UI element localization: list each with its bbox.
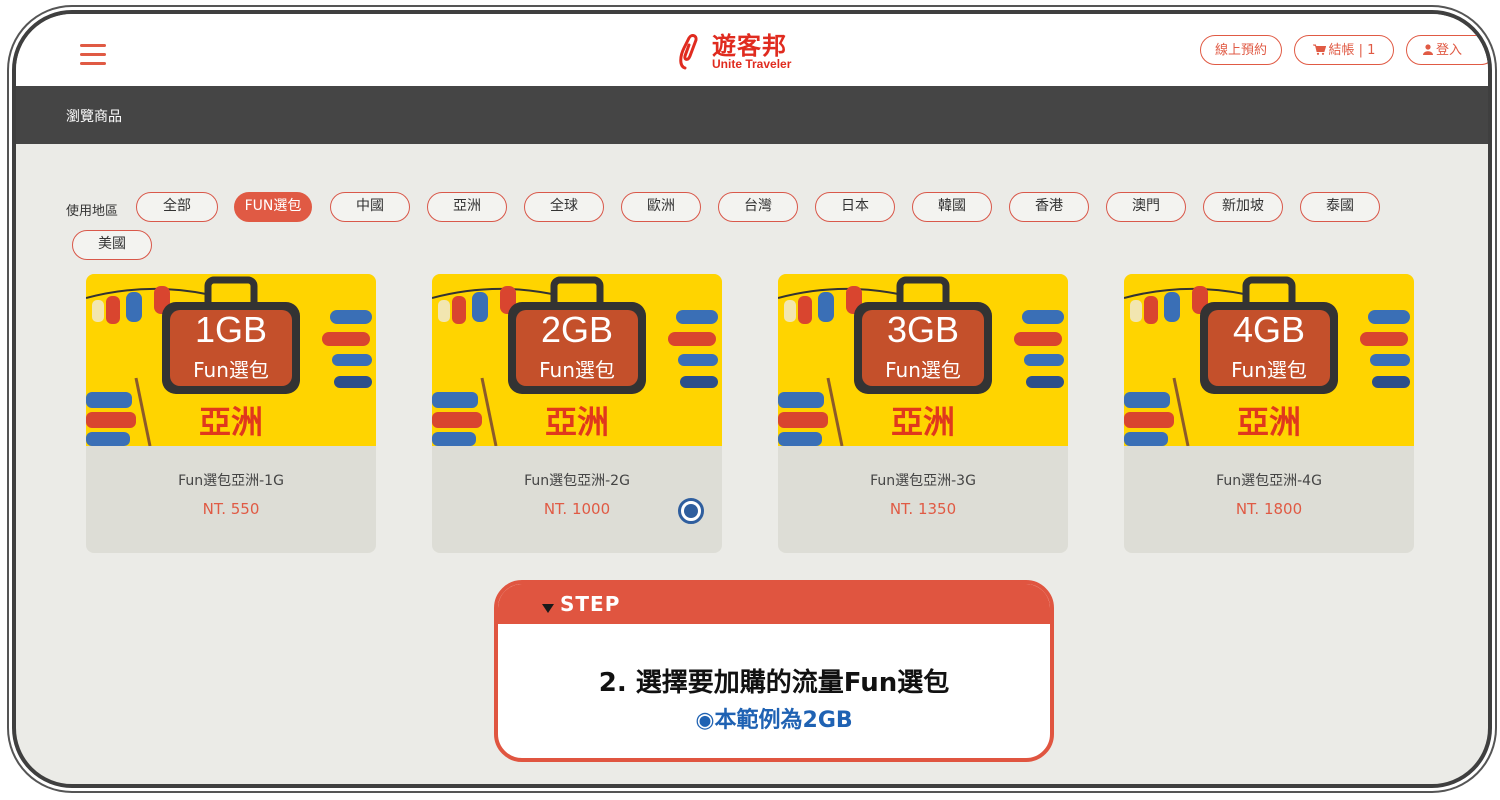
filter-chip-hongkong[interactable]: 香港	[1009, 192, 1089, 222]
product-card-1g[interactable]: 1GB Fun選包 亞洲 Fun選包亞洲-1G NT. 550	[86, 274, 376, 553]
step-title: 2. 選擇要加購的流量Fun選包	[598, 668, 950, 698]
filter-chip-macau[interactable]: 澳門	[1106, 192, 1186, 222]
region-filter-label: 使用地區	[66, 204, 119, 219]
filter-chip-taiwan[interactable]: 台灣	[718, 192, 798, 222]
breadcrumb: 瀏覽商品	[66, 109, 122, 125]
checkout-button[interactable]: 結帳 | 1	[1294, 35, 1394, 65]
step-tag: STEP	[560, 592, 621, 616]
selected-radio-icon[interactable]	[678, 498, 704, 524]
step-subtitle: ◉本範例為2GB	[695, 708, 853, 733]
filter-chip-asia[interactable]: 亞洲	[427, 192, 507, 222]
product-card-4g[interactable]: 4GB Fun選包 亞洲 Fun選包亞洲-4G NT. 1800	[1124, 274, 1414, 553]
product-name: Fun選包亞洲-4G	[1216, 473, 1322, 489]
site-logo[interactable]: 遊客邦 Unite Traveler	[676, 30, 791, 74]
triangle-down-icon	[542, 604, 554, 613]
logo-chinese: 遊客邦	[712, 32, 787, 60]
login-label: 登入	[1436, 43, 1463, 58]
filter-chip-japan[interactable]: 日本	[815, 192, 895, 222]
filter-chip-china[interactable]: 中國	[330, 192, 410, 222]
product-card-3g[interactable]: 3GB Fun選包 亞洲 Fun選包亞洲-3G NT. 1350	[778, 274, 1068, 553]
login-button[interactable]: 登入	[1406, 35, 1488, 65]
product-region: 亞洲	[544, 403, 609, 441]
checkout-label: 結帳 | 1	[1328, 43, 1376, 58]
product-tag: Fun選包	[193, 358, 269, 382]
product-size: 4GB	[1232, 309, 1306, 350]
filter-chip-singapore[interactable]: 新加坡	[1203, 192, 1283, 222]
step-header: STEP	[498, 584, 1050, 624]
step-callout: STEP 2. 選擇要加購的流量Fun選包 ◉本範例為2GB	[494, 580, 1054, 762]
logo-english: Unite Traveler	[712, 57, 792, 71]
product-tag: Fun選包	[885, 358, 961, 382]
filter-chip-fun-pack[interactable]: FUN選包	[234, 192, 312, 222]
product-name: Fun選包亞洲-1G	[178, 473, 284, 489]
filter-chip-usa[interactable]: 美國	[72, 230, 152, 260]
top-navbar: 遊客邦 Unite Traveler 線上預約 結帳 | 1 登入	[16, 14, 1488, 86]
filter-chip-all[interactable]: 全部	[136, 192, 218, 222]
product-name: Fun選包亞洲-2G	[524, 473, 630, 489]
paperclip-logo-icon	[679, 34, 698, 70]
filter-chip-europe[interactable]: 歐洲	[621, 192, 701, 222]
product-price: NT. 1350	[889, 500, 957, 518]
filter-chip-global[interactable]: 全球	[524, 192, 604, 222]
product-region: 亞洲	[1236, 403, 1301, 441]
cart-icon	[1312, 44, 1326, 55]
product-price: NT. 550	[202, 500, 260, 518]
product-size: 1GB	[194, 309, 268, 350]
online-reserve-label: 線上預約	[1214, 43, 1267, 58]
product-tag: Fun選包	[539, 358, 615, 382]
product-price: NT. 1800	[1235, 500, 1303, 518]
product-region: 亞洲	[198, 403, 263, 441]
product-size: 2GB	[540, 309, 614, 350]
product-card-2g[interactable]: 2GB Fun選包 亞洲 Fun選包亞洲-2G NT. 1000	[432, 274, 722, 553]
browser-frame: 遊客邦 Unite Traveler 線上預約 結帳 | 1 登入 瀏覽商品 使…	[12, 10, 1492, 788]
product-name: Fun選包亞洲-3G	[870, 473, 976, 489]
hamburger-menu-icon[interactable]	[80, 44, 106, 66]
logo-text: 遊客邦 Unite Traveler	[712, 34, 791, 70]
user-icon	[1423, 44, 1433, 55]
filter-chip-korea[interactable]: 韓國	[912, 192, 992, 222]
breadcrumb-bar: 瀏覽商品	[16, 86, 1488, 144]
product-size: 3GB	[886, 309, 960, 350]
product-region: 亞洲	[890, 403, 955, 441]
online-reserve-button[interactable]: 線上預約	[1200, 35, 1282, 65]
filter-chip-thailand[interactable]: 泰國	[1300, 192, 1380, 222]
product-tag: Fun選包	[1231, 358, 1307, 382]
